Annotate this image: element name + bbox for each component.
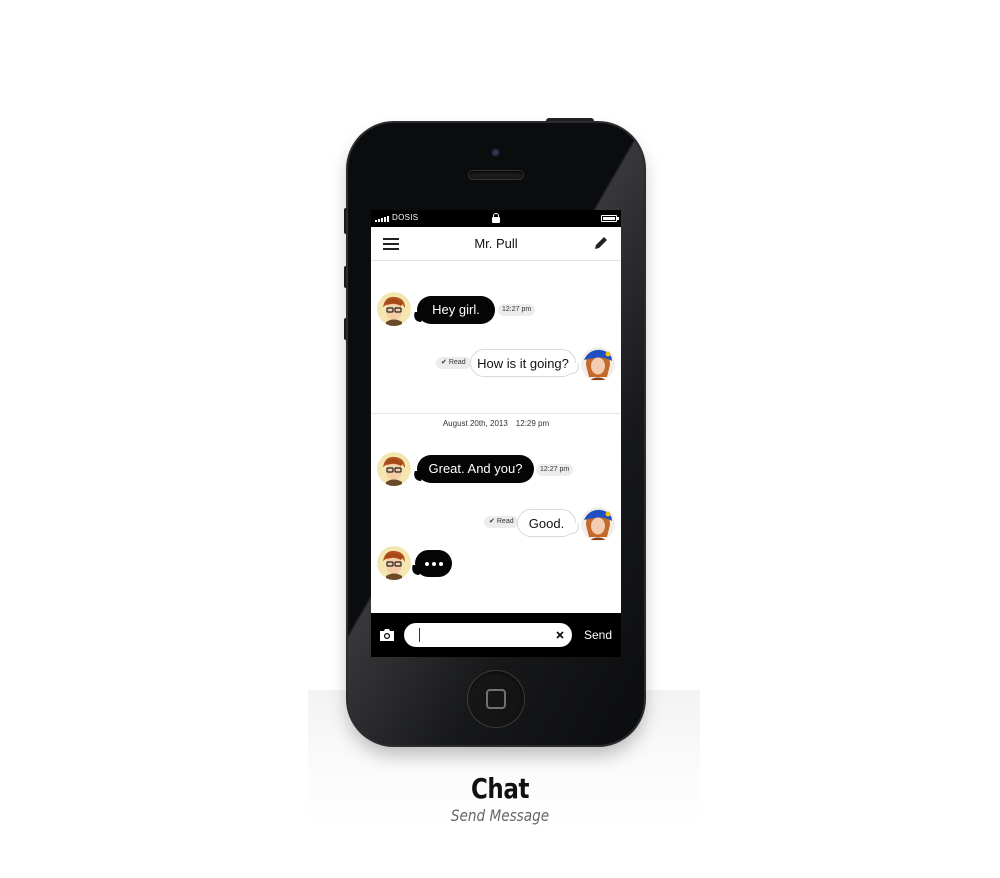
message-input[interactable] <box>404 623 572 647</box>
message-bubble-received[interactable]: Hey girl. <box>417 296 495 324</box>
front-camera <box>491 148 500 157</box>
typing-indicator <box>415 550 452 577</box>
caption-subtitle: Send Message <box>450 806 550 825</box>
battery-icon <box>601 215 619 222</box>
send-button[interactable]: Send <box>579 626 617 644</box>
read-receipt: ✔ Read <box>484 516 519 528</box>
earpiece-speaker <box>469 171 523 179</box>
typing-dots-icon <box>425 562 443 566</box>
message-bubble-sent[interactable]: How is it going? <box>470 349 576 377</box>
message-bubble-received[interactable]: Great. And you? <box>417 455 534 483</box>
home-square-icon <box>486 689 506 709</box>
message-timestamp: 12:27 pm <box>498 304 536 316</box>
lock-icon <box>492 213 500 223</box>
date-separator: August 20th, 2013 12:29 pm <box>442 419 550 428</box>
avatar-male[interactable] <box>377 292 411 326</box>
text-cursor <box>419 628 420 642</box>
carrier-name: DOSIS <box>392 213 419 222</box>
pencil-icon[interactable] <box>593 235 609 251</box>
check-icon: ✔ <box>489 518 495 525</box>
conversation-title: Mr. Pull <box>474 236 518 251</box>
check-icon: ✔ <box>441 359 447 366</box>
avatar-female[interactable] <box>581 347 615 381</box>
read-receipt: ✔ Read <box>436 357 471 369</box>
caption-title: Chat <box>470 772 530 805</box>
status-bar: DOSIS <box>371 210 621 227</box>
conversation-divider <box>371 413 621 414</box>
avatar-male[interactable] <box>377 452 411 486</box>
message-bubble-sent[interactable]: Good. <box>517 509 576 537</box>
home-button[interactable] <box>468 671 524 727</box>
message-timestamp: 12:27 pm <box>536 464 574 476</box>
message-composer: Send <box>371 613 621 657</box>
app-screen: DOSIS Mr. Pull Hey girl. 12:27 pm ✔ Read … <box>371 210 621 657</box>
signal-icon <box>375 216 389 222</box>
avatar-male[interactable] <box>377 546 411 580</box>
camera-icon[interactable] <box>379 628 395 642</box>
avatar-female[interactable] <box>581 507 615 541</box>
navigation-bar: Mr. Pull <box>371 227 621 261</box>
clear-icon[interactable] <box>555 630 565 640</box>
